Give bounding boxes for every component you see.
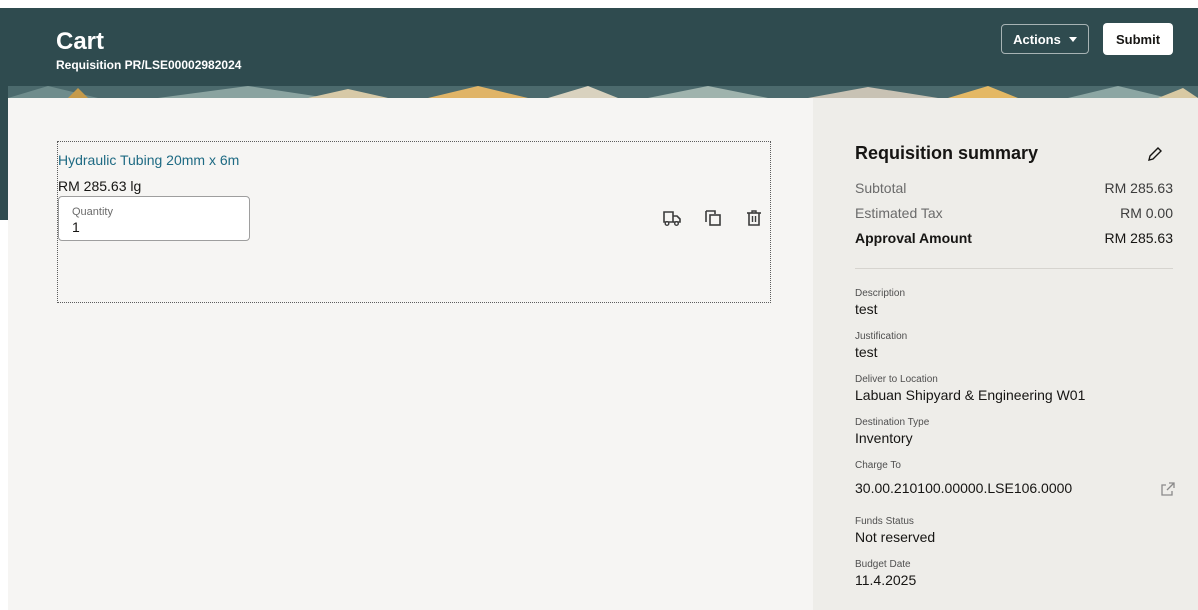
duplicate-icon[interactable] (703, 208, 723, 228)
approval-amount-row: Approval Amount RM 285.63 (855, 230, 1173, 246)
cart-main-panel: Hydraulic Tubing 20mm x 6m RM 285.63 lg … (8, 98, 813, 610)
edit-pencil-icon[interactable] (1146, 145, 1164, 163)
estimated-tax-value: RM 0.00 (1120, 205, 1173, 221)
description-value: test (855, 301, 878, 317)
external-link-icon[interactable] (1160, 481, 1176, 497)
justification-field: Justification test (855, 331, 907, 360)
funds-status-value: Not reserved (855, 529, 936, 545)
deliver-to-location-value: Labuan Shipyard & Engineering W01 (855, 387, 1086, 403)
deliver-icon[interactable] (662, 208, 682, 228)
estimated-tax-label: Estimated Tax (855, 205, 943, 221)
deliver-to-location-field: Deliver to Location Labuan Shipyard & En… (855, 374, 1085, 403)
item-price: RM 285.63 lg (58, 178, 142, 194)
quantity-label: Quantity (72, 206, 113, 218)
charge-to-label: Charge To (855, 460, 901, 471)
estimated-tax-row: Estimated Tax RM 0.00 (855, 205, 1173, 221)
submit-button[interactable]: Submit (1103, 23, 1173, 55)
summary-title: Requisition summary (855, 143, 1039, 163)
justification-value: test (855, 344, 878, 360)
destination-type-field: Destination Type Inventory (855, 417, 929, 446)
requisition-number: Requisition PR/LSE00002982024 (56, 58, 242, 72)
description-field: Description test (855, 288, 905, 317)
destination-type-value: Inventory (855, 430, 913, 446)
budget-date-value: 11.4.2025 (855, 572, 917, 588)
header-side-strip (0, 8, 8, 220)
actions-button[interactable]: Actions (1001, 24, 1089, 54)
budget-date-field: Budget Date 11.4.2025 (855, 559, 916, 588)
caret-down-icon (1068, 36, 1077, 42)
delete-icon[interactable] (744, 208, 764, 228)
destination-type-label: Destination Type (855, 417, 930, 428)
charge-to-field: Charge To 30.00.210100.00000.LSE106.0000 (855, 460, 1072, 496)
subtotal-value: RM 285.63 (1104, 180, 1173, 196)
quantity-field[interactable]: Quantity 1 (58, 196, 250, 241)
item-name-link[interactable]: Hydraulic Tubing 20mm x 6m (58, 152, 239, 168)
actions-label: Actions (1013, 31, 1061, 47)
description-label: Description (855, 288, 906, 299)
subtotal-row: Subtotal RM 285.63 (855, 180, 1173, 196)
summary-divider (855, 268, 1173, 269)
cart-line-item: Hydraulic Tubing 20mm x 6m RM 285.63 lg … (57, 141, 771, 303)
funds-status-label: Funds Status (855, 516, 914, 527)
page-title: Cart (56, 28, 105, 55)
charge-to-value: 30.00.210100.00000.LSE106.0000 (855, 480, 1073, 496)
page-header: Cart Requisition PR/LSE00002982024 Actio… (8, 8, 1198, 98)
approval-amount-label: Approval Amount (855, 230, 972, 246)
deliver-to-location-label: Deliver to Location (855, 374, 938, 385)
justification-label: Justification (855, 331, 908, 342)
budget-date-label: Budget Date (855, 559, 911, 570)
quantity-value[interactable]: 1 (72, 219, 80, 235)
subtotal-label: Subtotal (855, 180, 907, 196)
approval-amount-value: RM 285.63 (1104, 230, 1173, 246)
decorative-banner (8, 86, 1198, 98)
requisition-summary-panel: Requisition summary Subtotal RM 285.63 E… (813, 98, 1198, 610)
funds-status-field: Funds Status Not reserved (855, 516, 935, 545)
